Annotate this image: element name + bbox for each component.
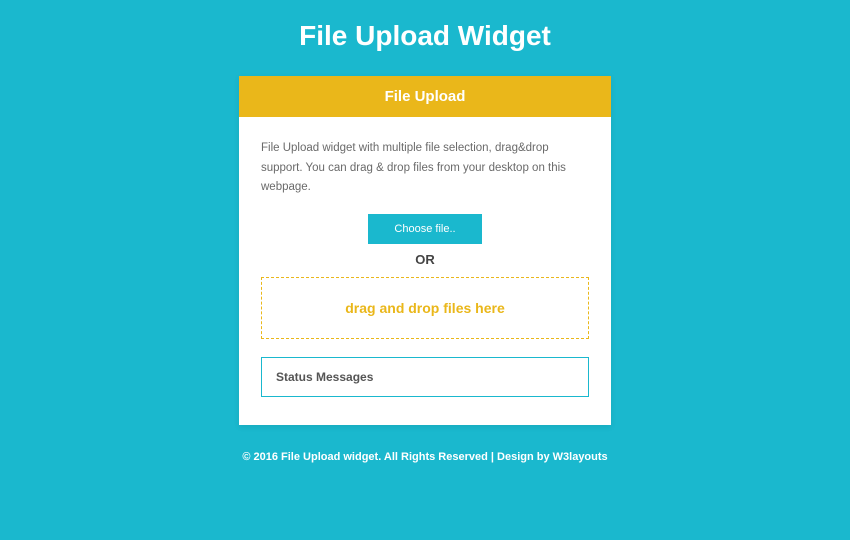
card-body: File Upload widget with multiple file se… <box>239 117 611 425</box>
page-title: File Upload Widget <box>299 20 551 52</box>
or-separator: OR <box>261 252 589 267</box>
footer-copyright: © 2016 File Upload widget. All Rights Re… <box>242 451 552 463</box>
choose-file-button[interactable]: Choose file.. <box>368 214 481 244</box>
dropzone[interactable]: drag and drop files here <box>261 277 589 339</box>
upload-card: File Upload File Upload widget with mult… <box>239 76 611 425</box>
card-header: File Upload <box>239 76 611 117</box>
upload-description: File Upload widget with multiple file se… <box>261 139 589 198</box>
footer: © 2016 File Upload widget. All Rights Re… <box>242 451 607 463</box>
choose-file-row: Choose file.. <box>261 214 589 244</box>
status-messages-box: Status Messages <box>261 357 589 397</box>
footer-design-link[interactable]: W3layouts <box>553 451 608 463</box>
